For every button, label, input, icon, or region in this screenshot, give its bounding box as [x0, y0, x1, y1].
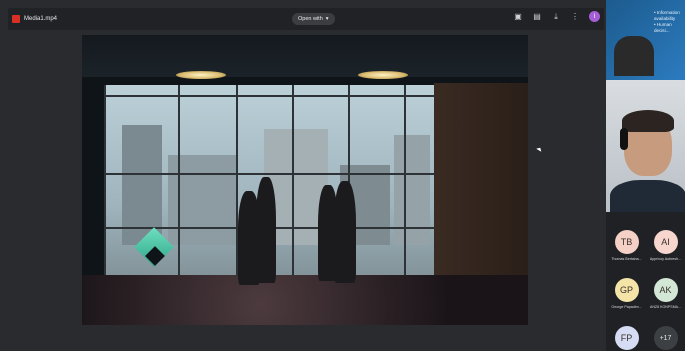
participant-tile[interactable]: AK ANZ8 KONPSMA... [646, 278, 685, 309]
video-file-icon [12, 15, 20, 23]
participant-tile[interactable]: AI Apprivoy Aubresh... [646, 230, 685, 261]
add-to-drive-icon[interactable]: ▣ [513, 12, 523, 22]
participant-avatar: AK [653, 278, 678, 302]
speaker-hair [622, 110, 674, 132]
video-frame[interactable] [82, 35, 528, 325]
person-silhouette [334, 181, 356, 283]
shared-screen-tile[interactable]: • Information availability • Human decis… [606, 0, 685, 80]
participant-avatar: TB [614, 230, 639, 254]
participant-avatar: FP [614, 326, 639, 350]
account-avatar[interactable]: I [589, 11, 600, 22]
participant-name: Apprivoy Aubresh... [649, 257, 682, 261]
participant-tile[interactable]: TB Thomas Bertaina... [607, 230, 646, 261]
meeting-panel: • Information availability • Human decis… [606, 0, 685, 351]
window-frame [292, 85, 294, 285]
headset-icon [620, 128, 628, 150]
window-frame [404, 85, 406, 285]
speaker-video-tile[interactable] [606, 80, 685, 212]
more-participants-count: +17 [653, 326, 678, 350]
video-ceiling [82, 35, 528, 77]
person-silhouette [256, 177, 276, 283]
window-frame [104, 173, 434, 175]
more-participants-button[interactable]: +17 [646, 326, 685, 350]
participant-name: George Papadim... [611, 305, 642, 309]
floor [82, 275, 528, 325]
participant-name: Thomas Bertaina... [611, 257, 642, 261]
presenter-silhouette [614, 36, 654, 76]
window-frame [104, 95, 434, 97]
participant-tile[interactable]: FP [607, 326, 646, 350]
interior-wall [434, 83, 528, 293]
participant-row: TB Thomas Bertaina... AI Apprivoy Aubres… [606, 230, 685, 278]
participant-row: FP +17 [606, 326, 685, 350]
slide-line: decisi... [654, 28, 670, 33]
add-comment-icon[interactable]: ▤ [532, 12, 542, 22]
participant-grid: TB Thomas Bertaina... AI Apprivoy Aubres… [606, 230, 685, 350]
screen: Media1.mp4 Open with ▾ ▣ ▤ ⤓ ⋮ I • Infor… [0, 0, 685, 351]
open-with-button[interactable]: Open with ▾ [292, 13, 335, 25]
window-frame [178, 85, 180, 285]
media-viewer: Media1.mp4 Open with ▾ ▣ ▤ ⤓ ⋮ I [0, 0, 606, 351]
mouse-cursor-icon [536, 146, 543, 152]
ceiling-lamp [358, 71, 408, 79]
window-frame [104, 85, 106, 285]
participant-name: ANZ8 KONPSMA... [649, 305, 682, 309]
participant-tile[interactable]: GP George Papadim... [607, 278, 646, 309]
viewer-actions: ▣ ▤ ⤓ ⋮ I [513, 11, 600, 22]
participant-avatar: GP [614, 278, 639, 302]
download-icon[interactable]: ⤓ [551, 12, 561, 22]
slide-text: • Information availability • Human decis… [654, 10, 684, 34]
ceiling-lamp [176, 71, 226, 79]
viewer-toolbar: Media1.mp4 Open with ▾ ▣ ▤ ⤓ ⋮ I [8, 8, 604, 30]
open-with-label: Open with [298, 16, 323, 22]
more-options-icon[interactable]: ⋮ [570, 12, 580, 22]
participant-row: GP George Papadim... AK ANZ8 KONPSMA... [606, 278, 685, 326]
speaker-body [610, 180, 685, 212]
file-name: Media1.mp4 [24, 16, 58, 22]
participant-avatar: AI [653, 230, 678, 254]
chevron-down-icon: ▾ [325, 16, 329, 22]
